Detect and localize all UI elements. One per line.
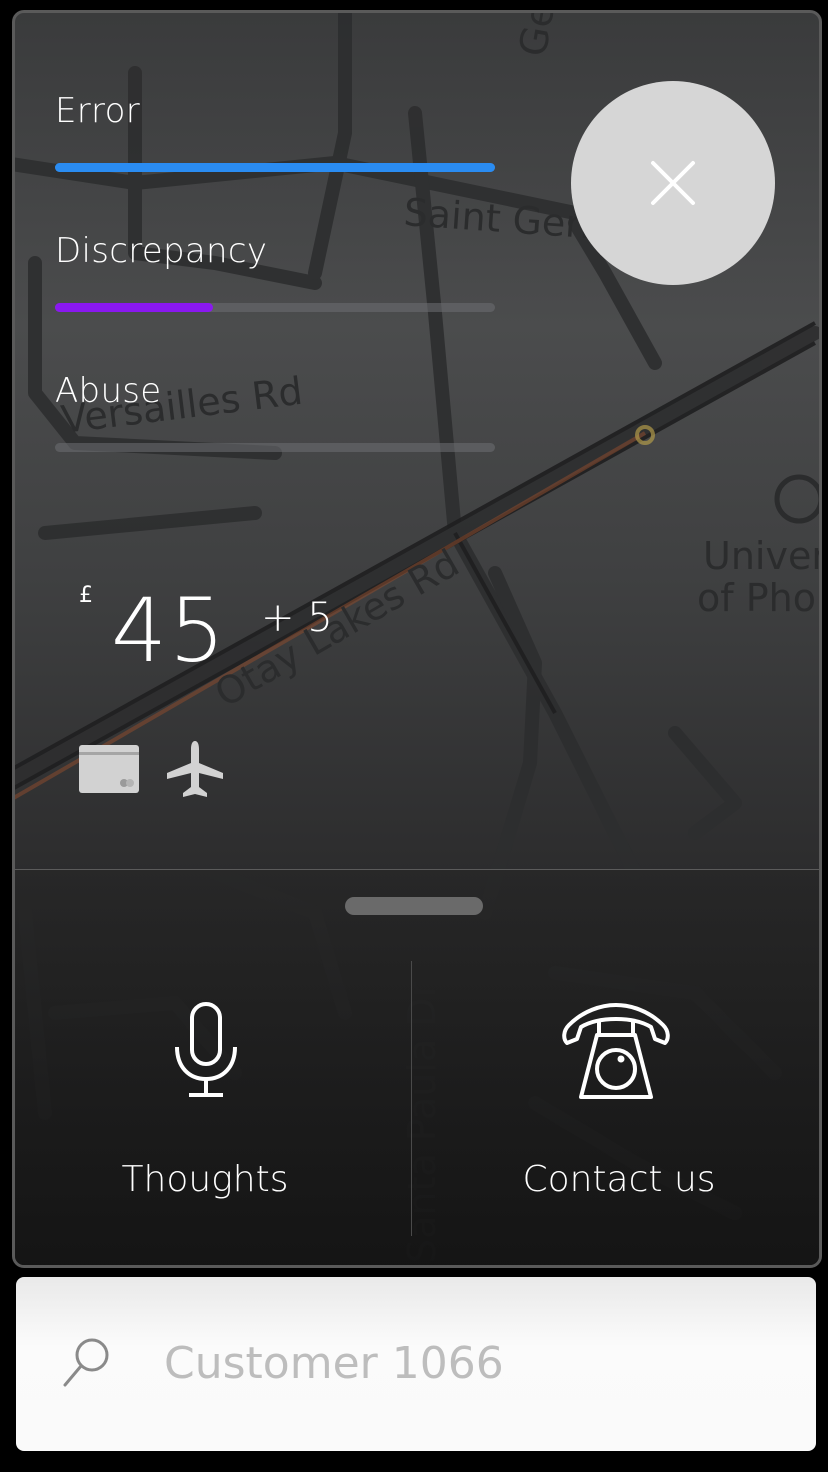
meter-discrepancy-track [55,303,495,312]
airplane-icon [167,741,223,797]
meter-discrepancy-label: Discrepancy [55,231,268,271]
close-icon [651,161,695,205]
svg-text:Otay Lakes Rd: Otay Lakes Rd [208,541,467,716]
price-extra: + 5 [261,595,333,641]
telephone-icon [562,1003,670,1099]
close-button[interactable] [571,81,775,285]
contact-us-button[interactable]: Contact us [469,973,769,1233]
card-icon [79,745,139,793]
microphone-icon [175,1002,237,1097]
contact-us-label: Contact us [522,1159,716,1200]
meter-error: Error [55,91,495,172]
meter-abuse: Abuse [55,371,495,452]
meter-discrepancy: Discrepancy [55,231,495,312]
info-panel: Saint Germ Versailles Rd Otay Lakes Rd S… [12,10,822,1268]
drag-handle[interactable] [345,897,483,915]
search-icon [63,1338,109,1387]
meter-discrepancy-fill [55,303,214,312]
thoughts-label: Thoughts [121,1159,289,1200]
search-input[interactable] [162,1327,766,1399]
svg-text:Ge: Ge [511,13,564,60]
meter-abuse-label: Abuse [55,371,162,411]
meter-error-label: Error [55,91,140,131]
actions-divider [411,961,412,1236]
price-currency: £ [79,583,93,608]
meter-abuse-track [55,443,495,452]
meter-error-fill [55,163,495,172]
price-value: 45 [111,579,227,682]
svg-text:Univer: Univer [703,534,819,578]
svg-text:of Pho: of Pho [697,576,816,620]
search-bar[interactable] [16,1277,816,1451]
meter-error-track [55,163,495,172]
thoughts-button[interactable]: Thoughts [55,973,355,1233]
